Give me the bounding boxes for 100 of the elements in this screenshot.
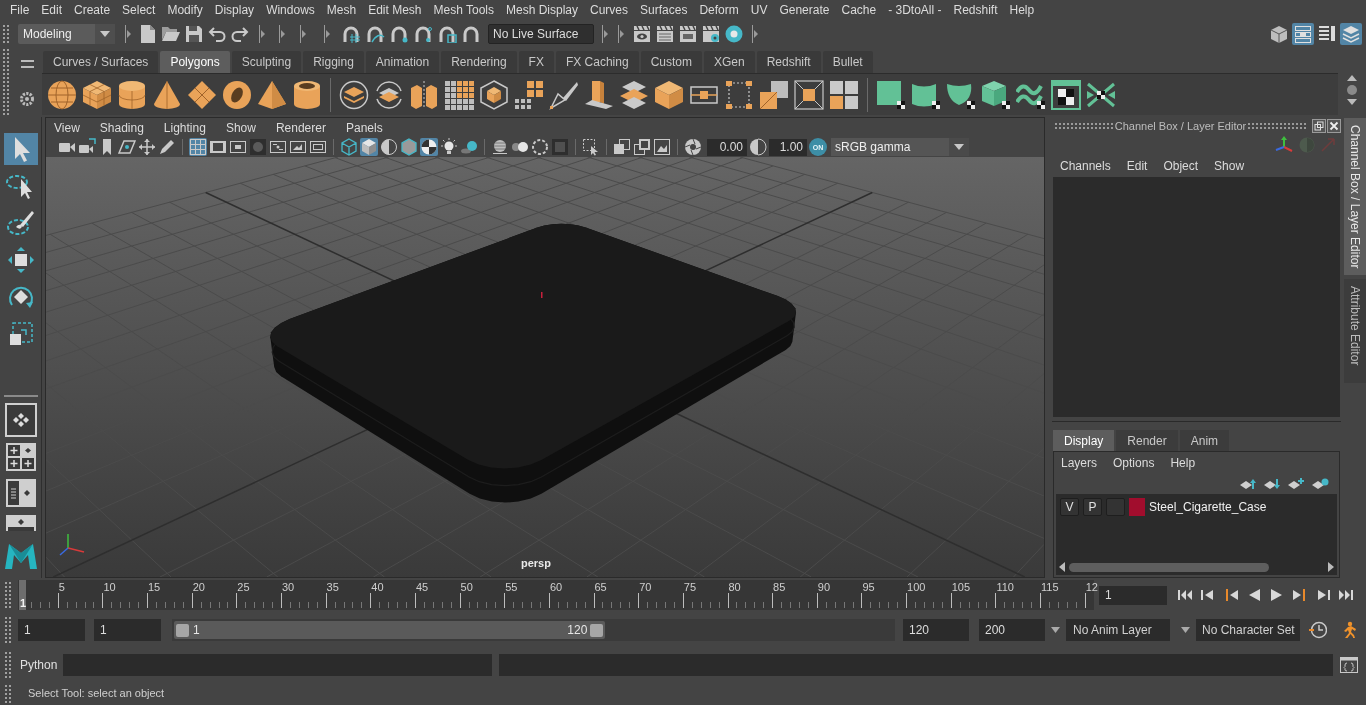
menu-item[interactable]: File [10, 0, 30, 20]
four-pane-icon[interactable] [5, 443, 36, 471]
side-tab[interactable]: Attribute Editor [1344, 279, 1366, 383]
side-tab[interactable]: Channel Box / Layer Editor [1344, 118, 1366, 275]
shaded-cube-icon[interactable] [360, 138, 378, 156]
circle-icon[interactable] [1347, 85, 1357, 95]
camera-arrow-icon[interactable] [78, 138, 96, 156]
menu-item[interactable]: Show [225, 118, 256, 137]
layers-icon[interactable] [1340, 22, 1362, 45]
grip-icon[interactable] [3, 24, 9, 43]
magnet-center-icon[interactable] [414, 24, 433, 43]
live-surface-field[interactable]: No Live Surface [488, 23, 594, 44]
menu-item[interactable]: Mesh Tools [433, 0, 494, 20]
collapse-handle-icon[interactable] [125, 24, 131, 43]
inner-frame-icon[interactable] [309, 138, 327, 156]
close-icon[interactable] [1327, 119, 1341, 133]
collapse-handle-icon[interactable] [618, 24, 624, 43]
menu-item[interactable]: Select [122, 0, 156, 20]
scroll-down-icon[interactable] [1347, 99, 1357, 105]
pan-arrows-icon[interactable] [138, 138, 156, 156]
menu-item[interactable]: Channels [1060, 157, 1111, 175]
scroll-right-icon[interactable] [1328, 562, 1334, 572]
collapse-handle-icon[interactable] [324, 24, 330, 43]
shelf-tab[interactable]: Animation [365, 51, 440, 73]
two-pane-icon[interactable] [5, 479, 36, 507]
magnet-curve-icon[interactable] [366, 24, 385, 43]
playback-start-field[interactable]: 1 [94, 619, 161, 641]
caret-icon[interactable] [1181, 627, 1190, 633]
cone-icon[interactable] [152, 79, 182, 110]
menu-item[interactable]: UV [750, 0, 768, 20]
drag-handle-icon[interactable] [1248, 123, 1306, 129]
corner-frame-icon[interactable] [724, 79, 754, 110]
cube-icon[interactable] [82, 79, 112, 110]
overlap-squares-icon[interactable] [633, 138, 651, 156]
pane-layout-icon[interactable] [5, 515, 36, 531]
step-forward-icon[interactable] [1315, 588, 1331, 602]
script-window-icon[interactable] [1339, 656, 1360, 674]
collapse-handle-icon[interactable] [752, 24, 758, 43]
anim-layer-dropdown[interactable]: No Anim Layer [1066, 619, 1170, 641]
grip-icon[interactable] [5, 684, 11, 703]
settings-icon[interactable] [20, 92, 34, 106]
sphere-icon[interactable] [47, 79, 77, 110]
menu-item[interactable]: Edit Mesh [368, 0, 422, 20]
layer-arrow-down-icon[interactable] [1263, 478, 1281, 490]
stacked-tiles-icon[interactable] [619, 79, 649, 110]
character-set-dropdown[interactable]: No Character Set [1196, 619, 1300, 641]
grip-icon[interactable] [5, 652, 11, 678]
playback-end-field[interactable]: 120 [903, 619, 969, 641]
light-bulb-icon[interactable] [440, 138, 458, 156]
menu-item[interactable]: Mesh Display [506, 0, 579, 20]
menu-item[interactable]: Cache [841, 0, 877, 20]
menu-item[interactable]: Deform [699, 0, 739, 20]
clapperboard-eye-icon[interactable] [633, 24, 651, 43]
range-slider-track[interactable]: 1 120 [172, 619, 895, 641]
overlap-squares-icon[interactable] [613, 138, 631, 156]
shelf-tab[interactable]: Curves / Surfaces [43, 51, 159, 73]
animation-start-field[interactable]: 1 [18, 619, 85, 641]
image-frame-icon[interactable] [289, 138, 307, 156]
extrude-block-icon[interactable] [584, 79, 614, 110]
caret-icon[interactable] [1051, 627, 1060, 633]
shelf-tab[interactable]: FX [518, 51, 554, 73]
drag-handle-icon[interactable] [1055, 123, 1113, 129]
tile-grid-icon[interactable] [514, 79, 544, 110]
open-folder-icon[interactable] [162, 24, 180, 43]
cube-icon[interactable] [654, 79, 684, 110]
menu-item[interactable]: - 3DtoAll - [888, 0, 942, 20]
half-circle-icon[interactable] [749, 138, 767, 156]
menu-item[interactable]: Redshift [953, 0, 998, 20]
image-icon[interactable] [653, 138, 671, 156]
clapperboard-icon[interactable] [679, 24, 697, 43]
field-chart-icon[interactable] [269, 138, 287, 156]
layer-editor-tab[interactable]: Display [1053, 430, 1115, 451]
menu-item[interactable]: Object [1163, 157, 1199, 175]
visibility-toggle[interactable]: V [1060, 498, 1079, 516]
cylinder-icon[interactable] [117, 79, 147, 110]
current-frame-marker[interactable] [19, 580, 26, 610]
shelf-tab[interactable]: Redshift [756, 51, 821, 73]
mirror-blocks-icon[interactable] [409, 79, 439, 110]
layer-name[interactable]: Steel_Cigarette_Case [1149, 498, 1267, 516]
menu-item[interactable]: View [54, 118, 80, 137]
grid-icon[interactable] [189, 138, 207, 156]
redo-icon[interactable] [231, 24, 249, 43]
scroll-up-icon[interactable] [1347, 75, 1357, 81]
menu-item[interactable]: Create [74, 0, 111, 20]
layer-editor-tab[interactable]: Anim [1179, 430, 1230, 451]
film-frame-icon[interactable] [209, 138, 227, 156]
hexagon-cube-icon[interactable] [479, 79, 509, 110]
circle-stacked-tiles-icon[interactable] [339, 79, 369, 110]
menu-item[interactable]: Panels [345, 118, 383, 137]
menu-set-dropdown[interactable]: Modeling [18, 23, 115, 44]
playback-toggle[interactable]: P [1083, 498, 1102, 516]
clapperboard-icon[interactable] [656, 24, 674, 43]
aperture-icon[interactable] [684, 138, 702, 156]
menu-item[interactable]: Curves [590, 0, 629, 20]
pipe-icon[interactable] [292, 79, 322, 110]
wireframe-cube-icon[interactable] [340, 138, 358, 156]
slanted-plane-icon[interactable] [118, 138, 136, 156]
magnet-icon[interactable] [462, 24, 481, 43]
dashed-select-icon[interactable] [582, 138, 600, 156]
range-bar[interactable]: 1 120 [174, 621, 606, 639]
